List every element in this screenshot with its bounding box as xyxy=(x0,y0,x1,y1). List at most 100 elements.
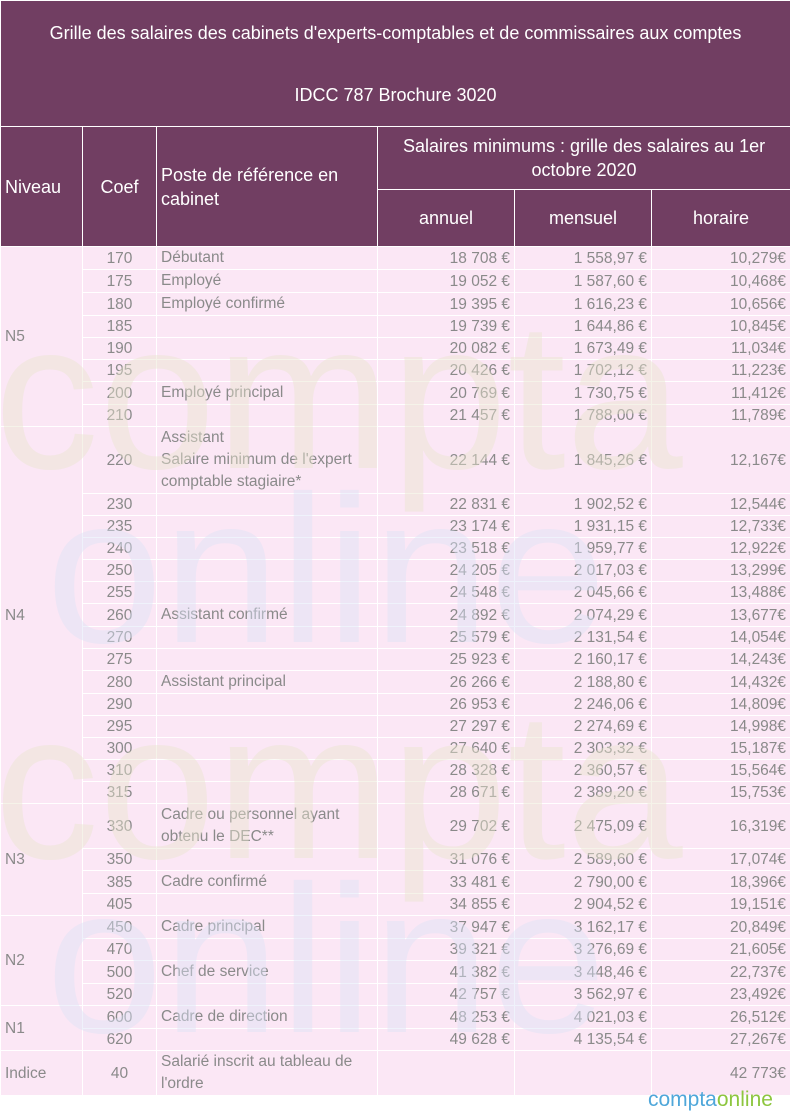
table-row: 500 Chef de service 41 382 €3 448,46 €22,7… xyxy=(1,960,790,984)
cell-horaire: 11,412€ xyxy=(650,381,790,405)
cell-mensuel xyxy=(514,1050,652,1096)
cell-poste xyxy=(156,848,378,871)
cell-coef: 175 xyxy=(82,269,157,293)
cell-annuel: 26 953 € xyxy=(377,693,515,716)
table-row: 255 24 548 €2 045,66 €13,488€ xyxy=(1,581,790,604)
title-row-1: Grille des salaires des cabinets d'exper… xyxy=(0,0,790,64)
cell-annuel: 21 457 € xyxy=(377,404,515,427)
cell-poste xyxy=(156,626,378,649)
cell-annuel: 29 702 € xyxy=(377,803,515,849)
cell-horaire: 19,151€ xyxy=(650,893,790,916)
cell-coef: 210 xyxy=(82,404,157,427)
cell-coef: 260 xyxy=(82,603,157,627)
table-subtitle: IDCC 787 Brochure 3020 xyxy=(0,64,790,127)
cell-horaire: 22,737€ xyxy=(650,960,790,984)
cell-horaire: 12,733€ xyxy=(650,515,790,538)
cell-mensuel: 2 246,06 € xyxy=(514,693,652,716)
cell-coef: 350 xyxy=(82,848,157,871)
cell-mensuel: 4 135,54 € xyxy=(514,1028,652,1051)
table-row: N4 220 Assistant Salaire minimum de l'exper… xyxy=(0,426,790,804)
cell-annuel: 20 426 € xyxy=(377,359,515,382)
cell-mensuel: 2 131,54 € xyxy=(514,626,652,649)
cell-mensuel: 2 904,52 € xyxy=(514,893,652,916)
cell-coef: 290 xyxy=(82,693,157,716)
cell-horaire: 15,187€ xyxy=(650,737,790,760)
cell-niveau: N2 xyxy=(0,915,83,1006)
cell-coef: 190 xyxy=(82,337,157,360)
cell-poste: Assistant confirmé xyxy=(156,603,378,627)
table-row: 230 22 831 €1 902,52 €12,544€ xyxy=(1,493,790,516)
table-row: 250 24 205 €2 017,03 €13,299€ xyxy=(1,559,790,582)
cell-annuel: 31 076 € xyxy=(377,848,515,871)
cell-annuel: 25 923 € xyxy=(377,648,515,671)
cell-annuel: 24 548 € xyxy=(377,581,515,604)
cell-poste xyxy=(156,581,378,604)
cell-coef: 500 xyxy=(82,960,157,984)
table-row: 280 Assistant principal 26 266 €2 188,80 €… xyxy=(1,670,790,694)
table-row: 300 27 640 €2 303,32 €15,187€ xyxy=(1,737,790,760)
cell-coef: 195 xyxy=(82,359,157,382)
cell-mensuel: 2 045,66 € xyxy=(514,581,652,604)
cell-poste xyxy=(156,715,378,738)
cell-poste xyxy=(156,693,378,716)
cell-mensuel: 4 021,03 € xyxy=(514,1005,652,1029)
compta-online-logo: comptaonline xyxy=(648,1088,773,1111)
cell-poste xyxy=(156,1028,378,1051)
cell-coef: 330 xyxy=(82,803,157,849)
cell-mensuel: 1 644,86 € xyxy=(514,315,652,338)
header-annuel: annuel xyxy=(377,188,515,248)
cell-horaire: 10,845€ xyxy=(650,315,790,338)
cell-mensuel: 2 160,17 € xyxy=(514,648,652,671)
cell-poste: Débutant xyxy=(156,246,378,270)
cell-poste xyxy=(156,737,378,760)
title-row-2: IDCC 787 Brochure 3020 xyxy=(0,64,790,127)
cell-niveau: N3 xyxy=(0,803,83,916)
cell-mensuel: 1 959,77 € xyxy=(514,537,652,560)
cell-horaire: 13,299€ xyxy=(650,559,790,582)
cell-horaire: 14,243€ xyxy=(650,648,790,671)
cell-horaire: 21,605€ xyxy=(650,938,790,961)
table-row: 190 20 082 €1 673,49 €11,034€ xyxy=(1,337,790,360)
cell-annuel: 42 757 € xyxy=(377,983,515,1006)
poste-line: Salaire minimum de l'expert comptable st… xyxy=(161,451,352,490)
cell-horaire: 12,922€ xyxy=(650,537,790,560)
cell-horaire: 11,034€ xyxy=(650,337,790,360)
cell-coef: 180 xyxy=(82,292,157,316)
cell-annuel: 27 640 € xyxy=(377,737,515,760)
cell-annuel: 33 481 € xyxy=(377,870,515,894)
header-row-1: Niveau Coef Poste de référence en cabine… xyxy=(0,126,790,247)
table-row: 175 Employé 19 052 €1 587,60 €10,468€ xyxy=(1,269,790,293)
cell-poste: Cadre principal xyxy=(156,915,378,939)
table-row: 270 25 579 €2 131,54 €14,054€ xyxy=(1,626,790,649)
cell-annuel: 27 297 € xyxy=(377,715,515,738)
table-row: 235 23 174 €1 931,15 €12,733€ xyxy=(1,515,790,538)
cell-horaire: 13,677€ xyxy=(650,603,790,627)
cell-poste xyxy=(156,893,378,916)
table-row: N2 450 Cadre principal 37 947 €3 162,17 €20… xyxy=(0,915,790,1006)
cell-mensuel: 1 673,49 € xyxy=(514,337,652,360)
cell-horaire: 12,544€ xyxy=(650,493,790,516)
header-niveau: Niveau xyxy=(0,126,83,247)
cell-annuel: 41 382 € xyxy=(377,960,515,984)
cell-annuel: 26 266 € xyxy=(377,670,515,694)
cell-horaire: 10,468€ xyxy=(650,269,790,293)
cell-mensuel: 2 017,03 € xyxy=(514,559,652,582)
cell-poste xyxy=(156,938,378,961)
cell-mensuel: 1 845,26 € xyxy=(514,426,652,494)
cell-horaire: 16,319€ xyxy=(650,803,790,849)
cell-poste: Assistant principal xyxy=(156,670,378,694)
cell-coef: 310 xyxy=(82,759,157,782)
cell-mensuel: 2 274,69 € xyxy=(514,715,652,738)
cell-mensuel: 2 303,32 € xyxy=(514,737,652,760)
cell-coef: 200 xyxy=(82,381,157,405)
cell-coef: 315 xyxy=(82,781,157,804)
cell-annuel: 39 321 € xyxy=(377,938,515,961)
cell-poste: Chef de service xyxy=(156,960,378,984)
cell-horaire: 11,789€ xyxy=(650,404,790,427)
cell-poste: Employé xyxy=(156,269,378,293)
cell-annuel: 19 395 € xyxy=(377,292,515,316)
cell-horaire: 14,998€ xyxy=(650,715,790,738)
cell-coef: 620 xyxy=(82,1028,157,1051)
cell-mensuel: 1 558,97 € xyxy=(514,246,652,270)
cell-coef: 255 xyxy=(82,581,157,604)
